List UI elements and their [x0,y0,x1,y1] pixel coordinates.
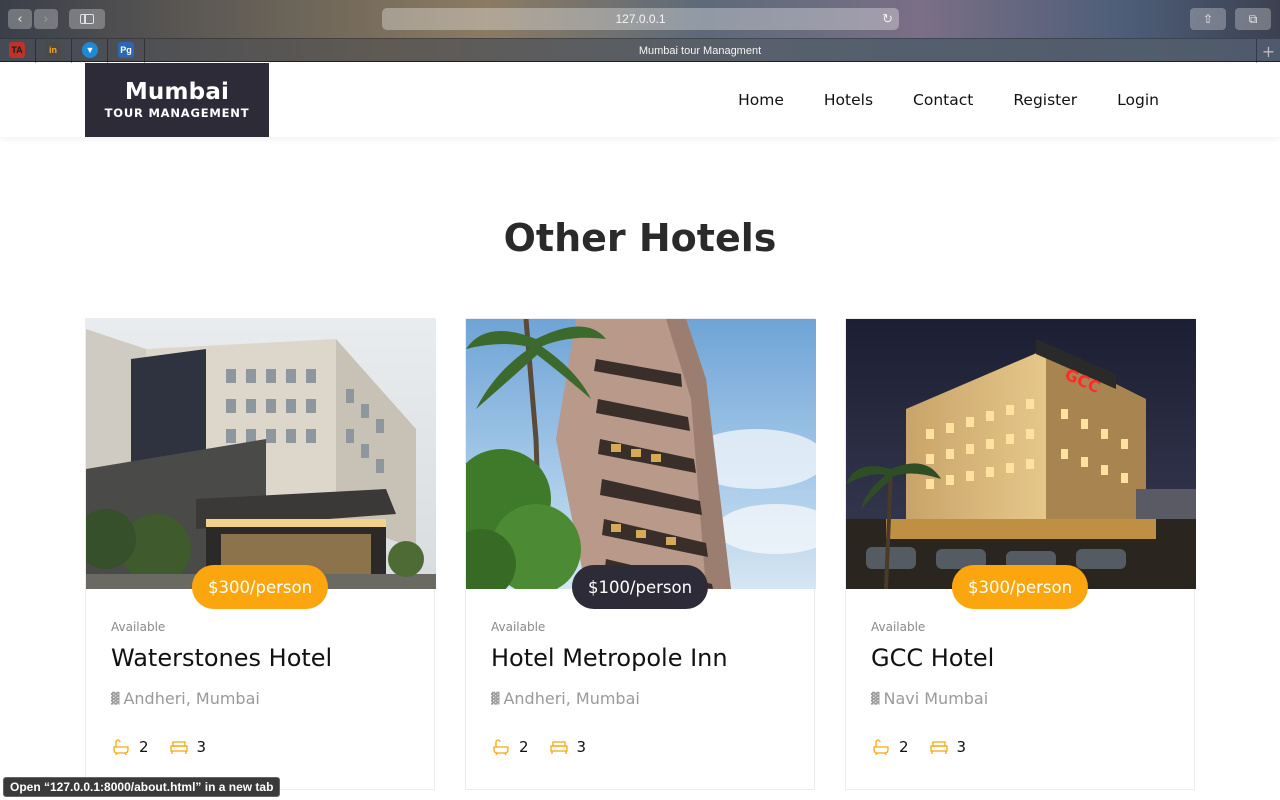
hotel-features: 2 3 [111,737,226,757]
bookmark-3[interactable]: ▼ [82,42,98,58]
site-header: Mumbai TOUR MANAGEMENT Home Hotels Conta… [0,63,1280,137]
hotel-location: ▓ Navi Mumbai [871,689,988,708]
nav-login[interactable]: Login [1117,91,1159,109]
hotel-location: ▓ Andheri, Mumbai [491,689,640,708]
divider [71,39,72,63]
bath-count: 2 [139,738,149,756]
favorites-and-tab-bar: TA in ▼ Pg Mumbai tour Managment + [0,38,1280,63]
hotel-features: 2 3 [491,737,606,757]
availability-label: Available [871,620,926,634]
bed-count: 3 [956,738,967,756]
hotel-name[interactable]: GCC Hotel [871,644,994,672]
hotel-card[interactable]: $100/person Available Hotel Metropole In… [465,318,816,790]
bath-count: 2 [519,738,529,756]
logo-subtitle: TOUR MANAGEMENT [104,106,250,120]
address-bar[interactable]: 127.0.0.1 ↻ [382,8,899,30]
availability-label: Available [111,620,166,634]
browser-toolbar: ‹ › 127.0.0.1 ↻ ⇧ ⧉ [0,0,1280,38]
bathtub-icon [491,737,511,757]
nav-hotels[interactable]: Hotels [824,91,873,109]
bath-count: 2 [899,738,909,756]
bed-icon [169,737,189,757]
plus-icon: + [1261,41,1276,61]
bookmark-2[interactable]: in [45,42,61,58]
bathtub-icon [111,737,131,757]
forward-button[interactable]: › [34,9,58,29]
map-icon: ▓ [111,692,120,705]
link-status-tooltip: Open “127.0.0.1:8000/about.html” in a ne… [3,777,281,797]
hotel-photo[interactable] [86,319,436,589]
nav-contact[interactable]: Contact [913,91,973,109]
hotel-features: 2 3 [871,737,986,757]
share-button[interactable]: ⇧ [1190,8,1226,30]
hotel-name[interactable]: Hotel Metropole Inn [491,644,728,672]
hotel-photo[interactable] [466,319,816,589]
bathtub-icon [871,737,891,757]
new-tab-button[interactable]: + [1256,39,1280,63]
sidebar-toggle-button[interactable] [69,9,105,29]
location-text: Navi Mumbai [883,689,989,708]
chevron-left-icon: ‹ [17,11,23,27]
map-icon: ▓ [491,692,500,705]
bookmark-1[interactable]: TA [9,42,25,58]
active-tab[interactable]: Mumbai tour Managment [145,39,1255,63]
location-text: Andheri, Mumbai [503,689,640,708]
tabs-icon: ⧉ [1248,11,1258,26]
bed-icon [549,737,569,757]
bookmark-4[interactable]: Pg [118,42,134,58]
bed-count: 3 [576,738,587,756]
hotel-card[interactable]: GCC $300/person Available GCC Hotel ▓ Na… [845,318,1196,790]
address-text: 127.0.0.1 [615,12,666,26]
availability-label: Available [491,620,546,634]
bed-icon [929,737,949,757]
nav-home[interactable]: Home [738,91,784,109]
reload-icon[interactable]: ↻ [882,11,893,27]
divider [35,39,36,63]
hotel-name[interactable]: Waterstones Hotel [111,644,332,672]
share-icon: ⇧ [1202,12,1214,26]
main-nav: Home Hotels Contact Register Login [738,63,1159,137]
hotel-location: ▓ Andheri, Mumbai [111,689,260,708]
sidebar-icon [80,14,94,24]
tab-title: Mumbai tour Managment [638,45,762,57]
price-badge: $300/person [191,565,329,609]
map-icon: ▓ [871,692,880,705]
show-tabs-button[interactable]: ⧉ [1235,8,1271,30]
site-logo[interactable]: Mumbai TOUR MANAGEMENT [85,63,269,137]
nav-register[interactable]: Register [1013,91,1077,109]
chevron-right-icon: › [43,11,49,27]
bed-count: 3 [196,738,207,756]
price-badge: $100/person [571,565,709,609]
back-button[interactable]: ‹ [8,9,32,29]
hotel-photo[interactable]: GCC [846,319,1196,589]
logo-title: Mumbai [124,79,230,105]
section-title: Other Hotels [503,216,777,260]
hotel-card[interactable]: $300/person Available Waterstones Hotel … [85,318,436,790]
price-badge: $300/person [951,565,1089,609]
location-text: Andheri, Mumbai [123,689,260,708]
divider [107,39,108,63]
